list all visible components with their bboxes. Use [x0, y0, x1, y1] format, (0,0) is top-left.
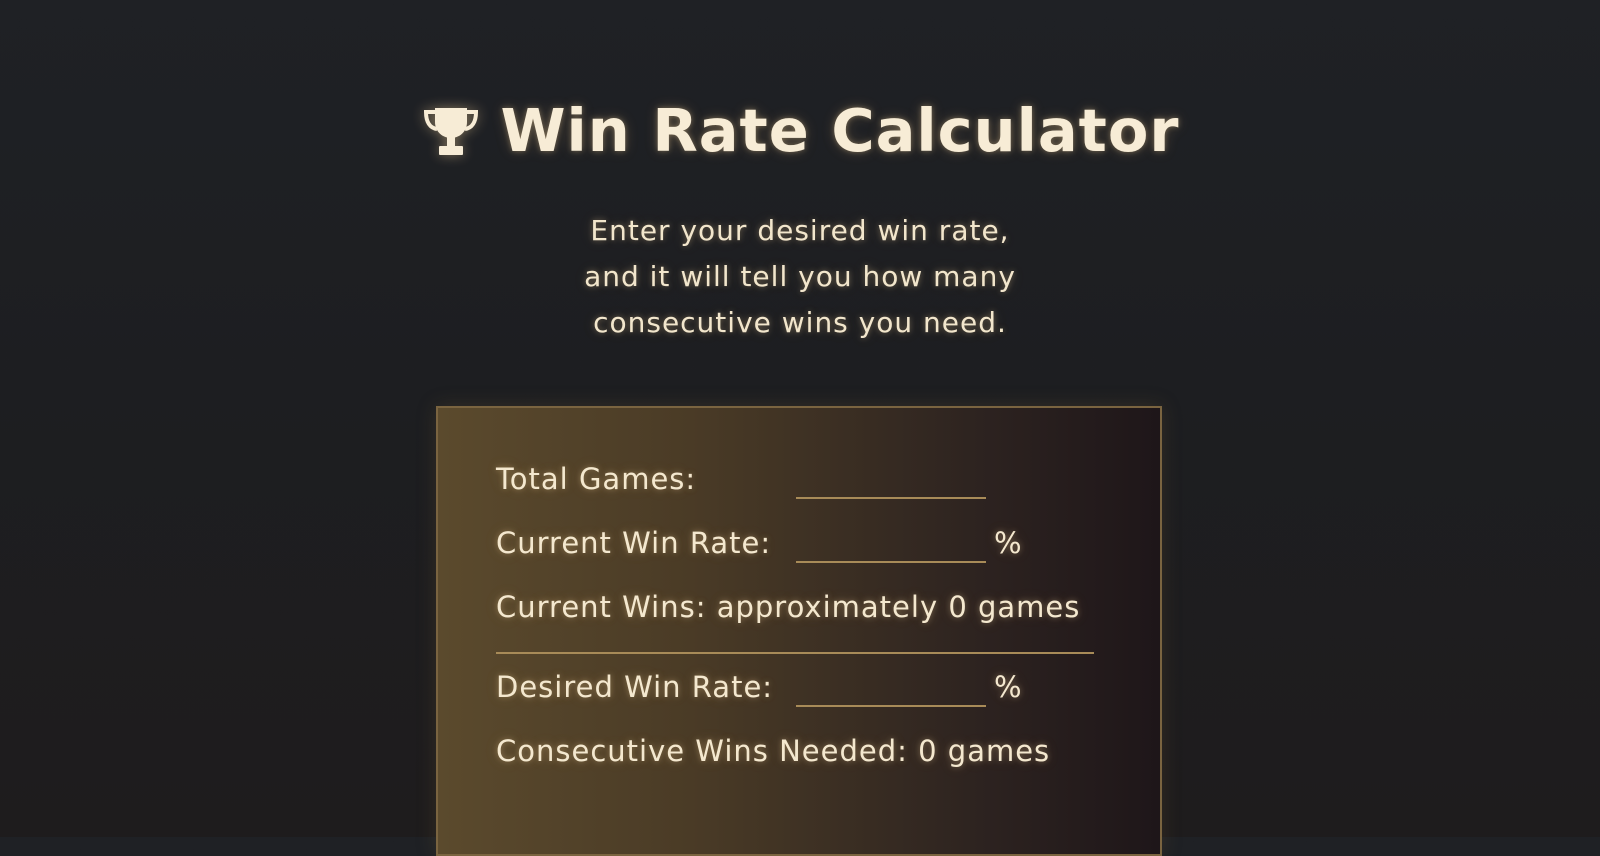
consecutive-wins-text: Consecutive Wins Needed: 0 games — [496, 734, 1051, 768]
trophy-icon — [420, 103, 482, 159]
total-games-row: Total Games: — [496, 459, 986, 499]
percent-unit: % — [994, 670, 1023, 704]
subtitle-line: Enter your desired win rate, — [590, 214, 1010, 247]
desired-win-rate-input[interactable] — [796, 667, 986, 707]
subtitle-line: and it will tell you how many — [584, 260, 1016, 293]
percent-unit: % — [994, 526, 1023, 560]
current-wins-text: Current Wins: approximately 0 games — [496, 590, 1081, 624]
header: Win Rate Calculator — [0, 96, 1600, 165]
desired-win-rate-row: Desired Win Rate: % — [496, 667, 1022, 707]
total-games-label: Total Games: — [496, 462, 697, 496]
current-wins-row: Current Wins: approximately 0 games — [496, 590, 1080, 624]
page-title: Win Rate Calculator — [500, 96, 1180, 165]
divider — [496, 652, 1094, 654]
current-win-rate-input[interactable] — [796, 523, 986, 563]
calculator-panel: Total Games: Current Win Rate: % Current… — [436, 406, 1162, 856]
current-win-rate-label: Current Win Rate: — [496, 526, 772, 560]
desired-win-rate-label: Desired Win Rate: — [496, 670, 774, 704]
subtitle: Enter your desired win rate, and it will… — [0, 208, 1600, 346]
consecutive-wins-row: Consecutive Wins Needed: 0 games — [496, 734, 1050, 768]
subtitle-line: consecutive wins you need. — [593, 306, 1007, 339]
total-games-input[interactable] — [796, 459, 986, 499]
current-win-rate-row: Current Win Rate: % — [496, 523, 1022, 563]
